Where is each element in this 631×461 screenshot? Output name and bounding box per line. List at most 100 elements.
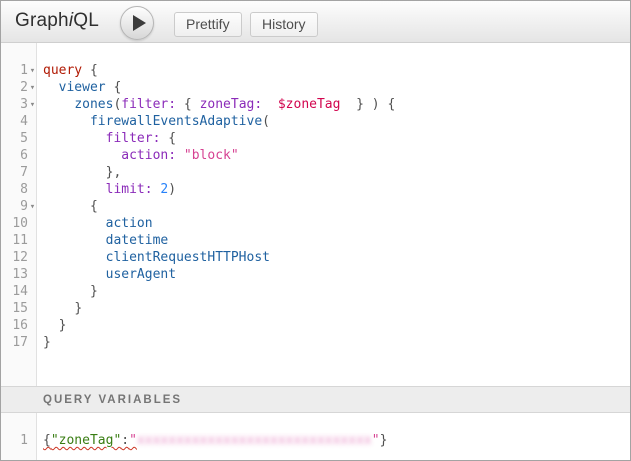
line-number: 12 (1, 249, 28, 266)
query-variables-title-bar[interactable]: QUERY VARIABLES (1, 386, 630, 413)
code-line[interactable]: 16 } (1, 317, 630, 334)
line-number: 14 (1, 283, 28, 300)
query-variables-title: QUERY VARIABLES (43, 394, 182, 406)
code-line[interactable]: 4 firewallEventsAdaptive( (1, 113, 630, 130)
code-text: query { (43, 63, 98, 78)
code-text: action: "block" (43, 148, 239, 163)
code-line[interactable]: 2▾ viewer { (1, 79, 630, 96)
code-text: datetime (43, 233, 168, 248)
code-line[interactable]: 12 clientRequestHTTPHost (1, 249, 630, 266)
code-token: { (43, 433, 51, 448)
code-line[interactable]: 10 action (1, 215, 630, 232)
code-token: " (129, 433, 137, 448)
code-token: } (380, 433, 388, 448)
code-token: : (121, 433, 129, 448)
code-token: { (184, 97, 192, 112)
logo-text-pre: Graph (15, 10, 69, 31)
play-icon (133, 15, 146, 31)
code-line[interactable]: 8 limit: 2) (1, 181, 630, 198)
code-token (43, 148, 121, 163)
code-line[interactable]: 3▾ zones(filter: { zoneTag: $zoneTag } )… (1, 96, 630, 113)
code-line[interactable]: 14 } (1, 283, 630, 300)
code-text: zones(filter: { zoneTag: $zoneTag } ) { (43, 97, 395, 112)
code-token (364, 97, 372, 112)
query-editor[interactable]: 1▾query {2▾ viewer {3▾ zones(filter: { z… (1, 43, 630, 386)
code-text: clientRequestHTTPHost (43, 250, 270, 265)
code-token: } (59, 318, 67, 333)
code-line[interactable]: 1{"zoneTag":"xxxxxxxxxxxxxxxxxxxxxxxxxxx… (1, 432, 630, 449)
code-token (176, 148, 184, 163)
code-line[interactable]: 1▾query { (1, 62, 630, 79)
code-text: userAgent (43, 267, 176, 282)
code-token: query (43, 63, 82, 78)
code-token: { (387, 97, 395, 112)
code-token: $zoneTag (278, 97, 341, 112)
history-button[interactable]: History (250, 12, 318, 37)
code-line[interactable]: 5 filter: { (1, 130, 630, 147)
code-text: {"zoneTag":"xxxxxxxxxxxxxxxxxxxxxxxxxxxx… (43, 433, 387, 448)
execute-query-button[interactable] (120, 6, 154, 40)
fold-arrow-icon[interactable]: ▾ (28, 63, 37, 80)
line-number: 8 (1, 181, 28, 198)
line-number: 6 (1, 147, 28, 164)
code-token: "zoneTag" (51, 433, 121, 448)
fold-arrow-icon[interactable]: ▾ (28, 80, 37, 97)
code-token: " (372, 433, 380, 448)
line-number: 1 (1, 432, 28, 449)
code-token (43, 165, 106, 180)
code-token: zoneTag: (200, 97, 263, 112)
line-number: 9 (1, 198, 28, 215)
code-token: filter: (106, 131, 161, 146)
code-text: firewallEventsAdaptive( (43, 114, 270, 129)
code-token: viewer (59, 80, 106, 95)
code-text: } (43, 301, 82, 316)
variables-code[interactable]: 1{"zoneTag":"xxxxxxxxxxxxxxxxxxxxxxxxxxx… (1, 413, 630, 449)
code-token: action: (121, 148, 176, 163)
code-text: } (43, 335, 51, 350)
line-number: 13 (1, 266, 28, 283)
code-line[interactable]: 11 datetime (1, 232, 630, 249)
code-token: }, (106, 165, 122, 180)
prettify-button[interactable]: Prettify (174, 12, 242, 37)
code-text: } (43, 318, 66, 333)
code-line[interactable]: 6 action: "block" (1, 147, 630, 164)
code-token (262, 97, 278, 112)
line-number: 15 (1, 300, 28, 317)
code-token: "block" (184, 148, 239, 163)
toolbar: GraphiQL Prettify History (1, 1, 630, 43)
code-line[interactable]: 17} (1, 334, 630, 351)
code-token: filter: (121, 97, 176, 112)
code-token: ) (372, 97, 380, 112)
code-token: { (113, 80, 121, 95)
code-text: { (43, 199, 98, 214)
code-text: limit: 2) (43, 182, 176, 197)
code-line[interactable]: 13 userAgent (1, 266, 630, 283)
code-line[interactable]: 9▾ { (1, 198, 630, 215)
code-token (43, 250, 106, 265)
code-line[interactable]: 7 }, (1, 164, 630, 181)
code-token (82, 63, 90, 78)
code-text: filter: { (43, 131, 176, 146)
fold-arrow-icon[interactable]: ▾ (28, 199, 37, 216)
line-number: 5 (1, 130, 28, 147)
code-token: } (90, 284, 98, 299)
code-token (43, 301, 74, 316)
code-token: ( (262, 114, 270, 129)
code-token (43, 182, 106, 197)
line-number: 3 (1, 96, 28, 113)
code-token (43, 233, 106, 248)
code-line[interactable]: 15 } (1, 300, 630, 317)
line-number: 16 (1, 317, 28, 334)
code-token (43, 131, 106, 146)
code-token: { (90, 199, 98, 214)
code-token: userAgent (106, 267, 176, 282)
code-token: limit: (106, 182, 153, 197)
graphiql-window: GraphiQL Prettify History 1 ▾ query {2▾ vi… (0, 0, 631, 461)
fold-arrow-icon[interactable]: ▾ (28, 97, 37, 114)
code-token (192, 97, 200, 112)
code-token: ) (168, 182, 176, 197)
line-number: 11 (1, 232, 28, 249)
code-token (43, 284, 90, 299)
variables-editor[interactable]: 1{"zoneTag":"xxxxxxxxxxxxxxxxxxxxxxxxxxx… (1, 413, 630, 460)
query-code[interactable]: 1▾query {2▾ viewer {3▾ zones(filter: { z… (1, 43, 630, 351)
